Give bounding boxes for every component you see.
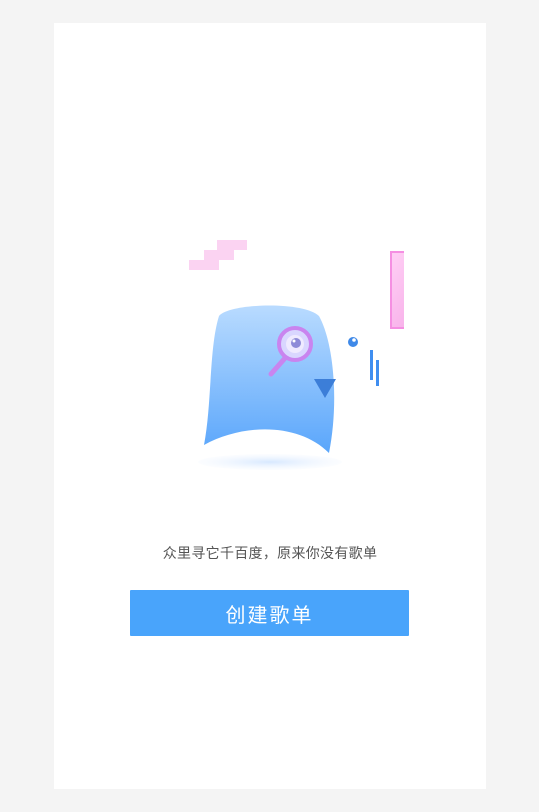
- mascot-eye-icon: [348, 337, 358, 347]
- searching-mascot-icon: [189, 240, 404, 470]
- empty-playlist-screen: 众里寻它千百度，原来你没有歌单 创建歌单: [54, 23, 486, 789]
- note-paper-icon: [390, 251, 404, 329]
- shadow-shape: [198, 454, 342, 470]
- empty-state-message: 众里寻它千百度，原来你没有歌单: [162, 546, 378, 562]
- create-playlist-button[interactable]: 创建歌单: [130, 590, 409, 636]
- stairs-decoration-icon: [189, 240, 247, 270]
